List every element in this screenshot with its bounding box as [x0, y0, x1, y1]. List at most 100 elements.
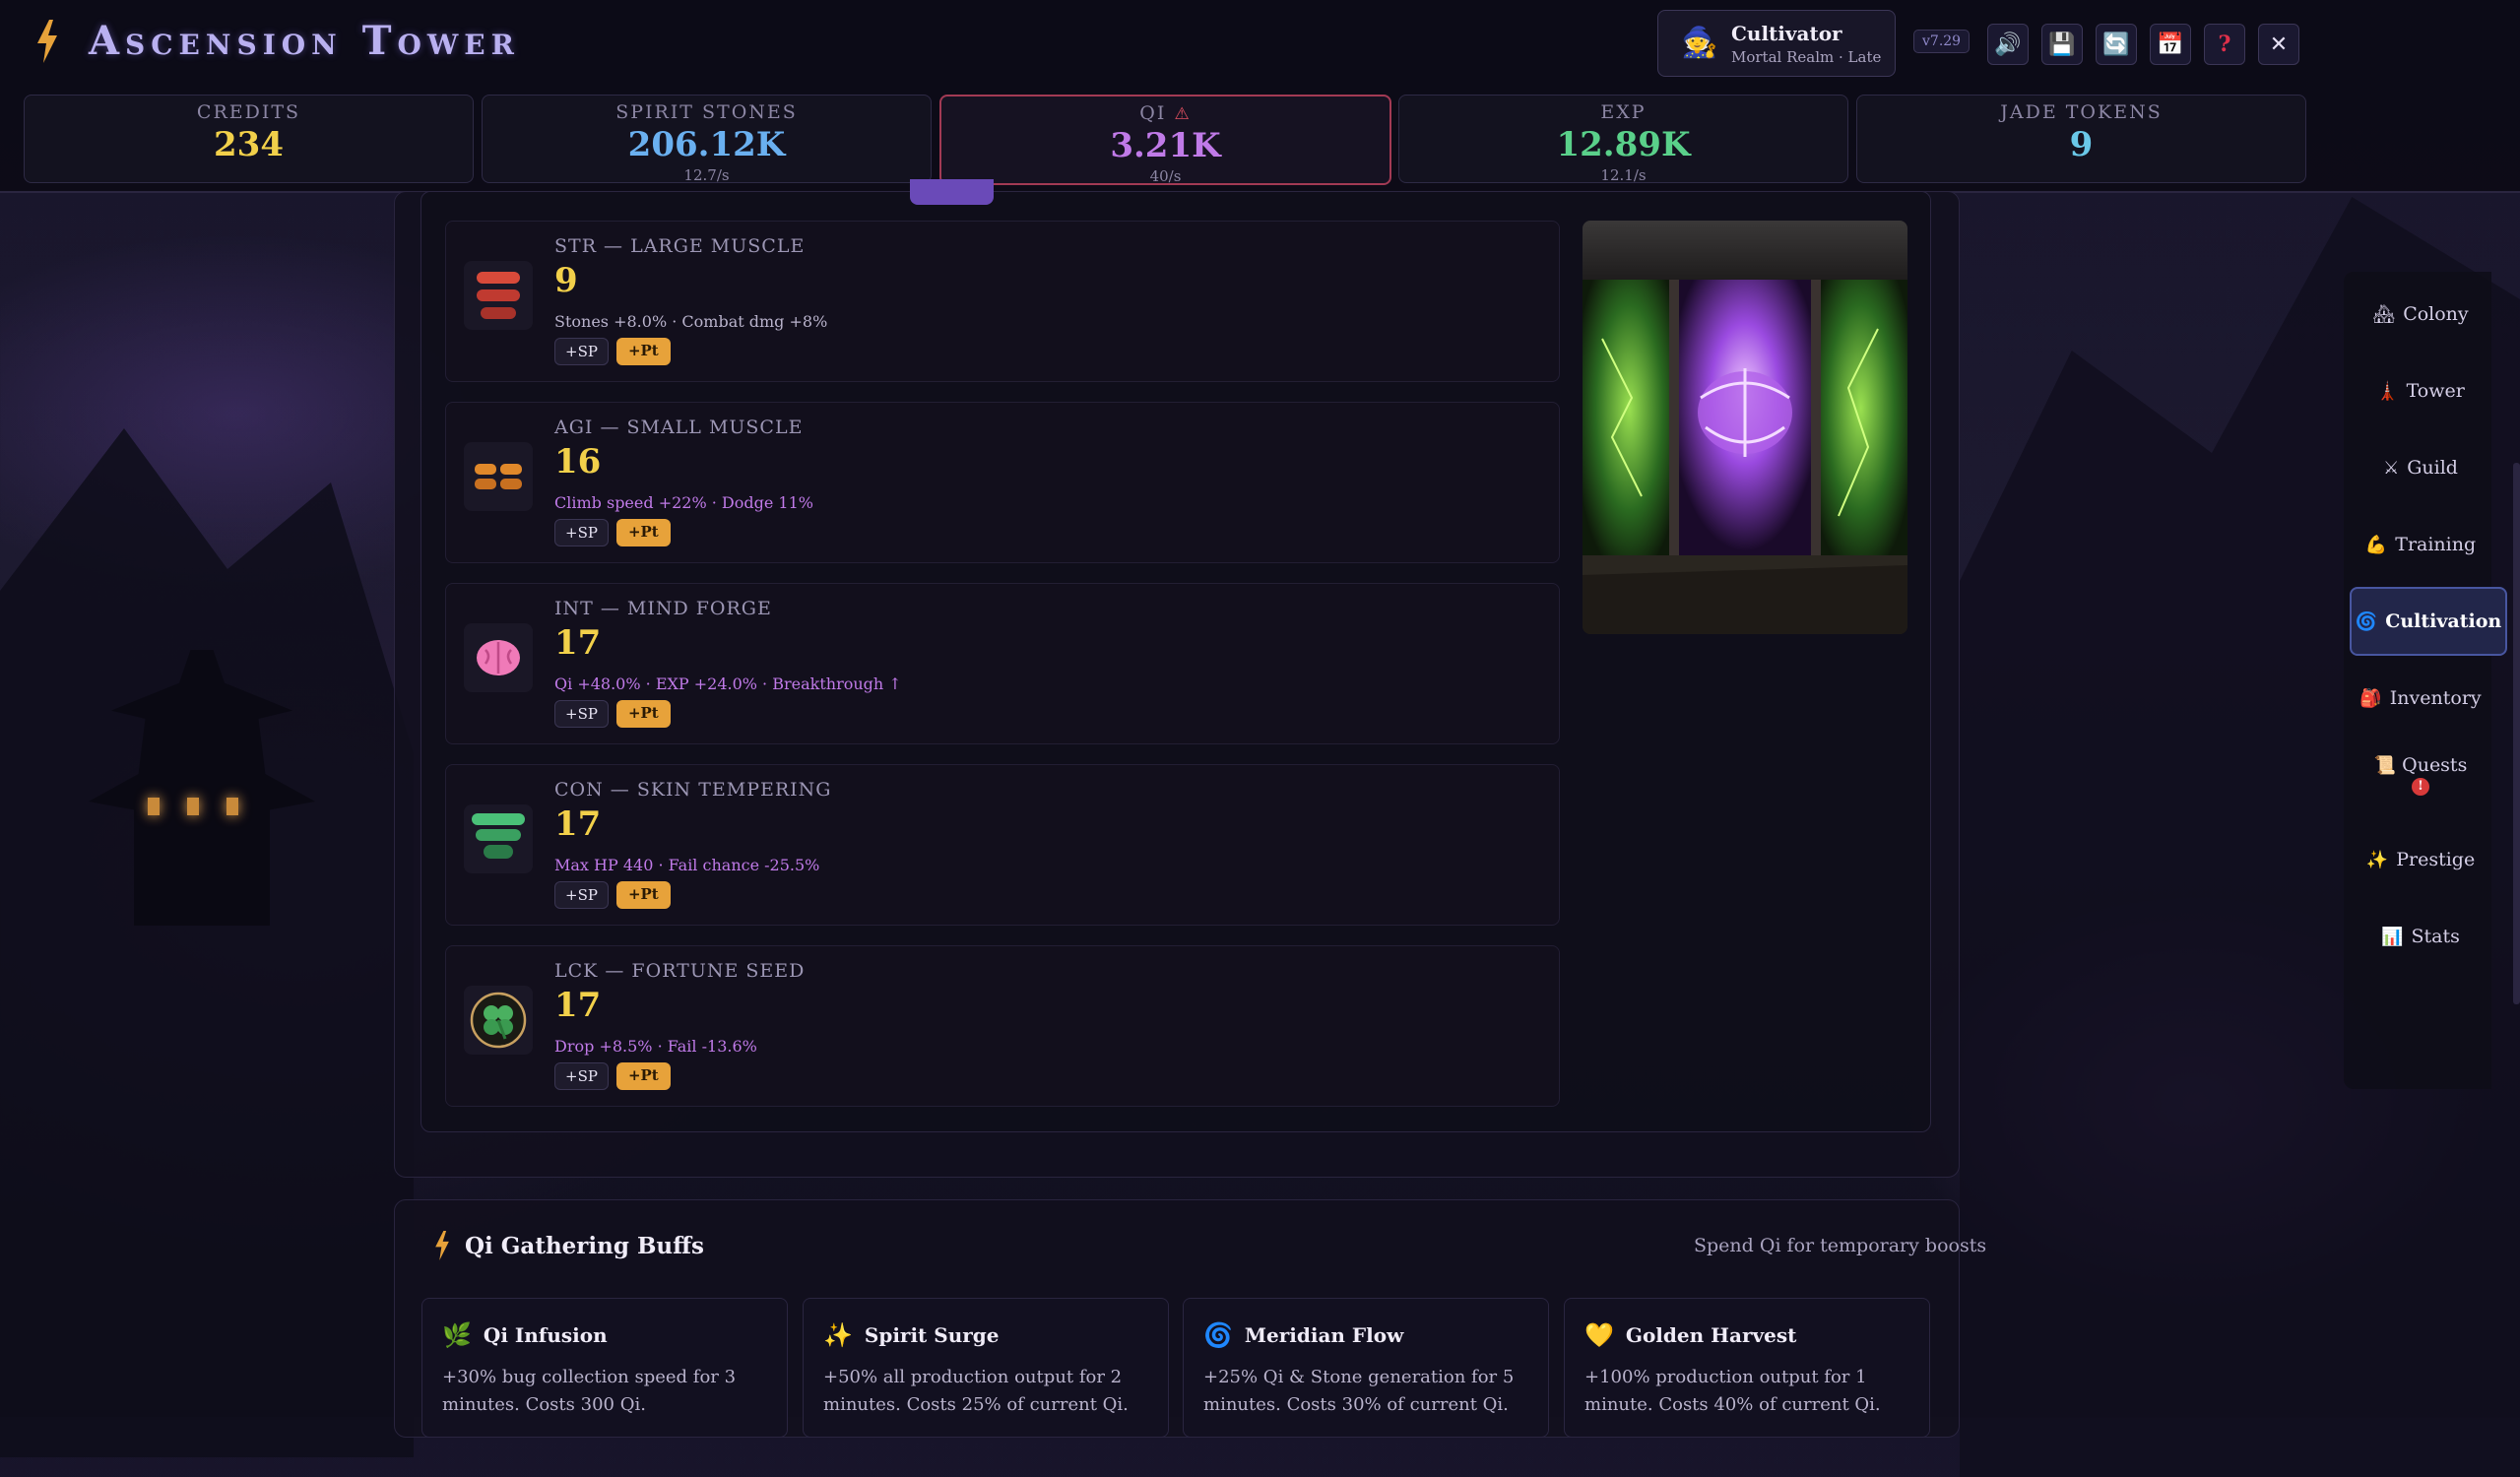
resource-credits: Credits 234	[24, 95, 474, 183]
stat-description: Qi +48.0% · EXP +24.0% · Breakthrough ↑	[554, 674, 902, 693]
avatar-icon: 🧙	[1681, 26, 1718, 60]
crossed-swords-icon: ⚔	[2383, 457, 2400, 479]
nav-item-colony[interactable]: 🏘 Colony	[2350, 282, 2491, 347]
spiral-icon: 🌀	[1203, 1320, 1233, 1349]
gold-heart-icon: 💛	[1584, 1320, 1614, 1349]
version-badge: v7.29	[1913, 30, 1971, 53]
flexed-arm-icon: 💪	[2364, 534, 2388, 555]
resource-label: Spirit Stones	[615, 101, 798, 123]
four-leaf-clover-icon	[464, 986, 533, 1055]
herb-icon: 🌿	[442, 1320, 472, 1349]
sparkles-icon: ✨	[823, 1320, 853, 1349]
refresh-icon: 🔄	[2102, 32, 2130, 57]
add-sp-button[interactable]: +SP	[554, 1062, 609, 1090]
muscle-bars-icon	[464, 261, 533, 330]
nav-item-stats[interactable]: 📊 Stats	[2350, 904, 2491, 969]
stat-description: Drop +8.5% · Fail -13.6%	[554, 1037, 757, 1056]
add-sp-button[interactable]: +SP	[554, 700, 609, 728]
stat-title: LCK — Fortune Seed	[554, 960, 806, 982]
add-sp-button[interactable]: +SP	[554, 881, 609, 909]
nav-item-training[interactable]: 💪 Training	[2350, 512, 2491, 577]
add-point-button[interactable]: +Pt	[615, 519, 671, 546]
quest-alert-badge: !	[2412, 778, 2429, 796]
stat-value: 17	[554, 986, 602, 1025]
pagoda-window	[187, 798, 199, 815]
add-sp-button[interactable]: +SP	[554, 338, 609, 365]
resource-label: EXP	[1600, 101, 1647, 123]
add-point-button[interactable]: +Pt	[615, 700, 671, 728]
buffs-title: Qi Gathering Buffs	[465, 1232, 704, 1259]
resource-qi: Qi ⚠ 3.21K 40/s	[939, 95, 1391, 185]
nav-item-guild[interactable]: ⚔ Guild	[2350, 435, 2491, 500]
resource-rate: 12.1/s	[1600, 166, 1647, 184]
bar-chart-icon: 📊	[2381, 926, 2404, 947]
nav-item-tower[interactable]: 🗼 Tower	[2350, 358, 2491, 423]
stat-value: 16	[554, 442, 602, 482]
profile-name: Cultivator	[1731, 21, 1842, 45]
buff-description: +50% all production output for 2 minutes…	[823, 1367, 1129, 1415]
buff-name: Qi Infusion	[483, 1322, 608, 1347]
help-button[interactable]: ?	[2204, 24, 2245, 65]
close-button[interactable]: ✕	[2258, 24, 2299, 65]
stat-card-agi: AGI — Small Muscle 16 Climb speed +22% ·…	[445, 402, 1560, 563]
add-point-button[interactable]: +Pt	[615, 881, 671, 909]
spiral-icon: 🌀	[2355, 610, 2378, 632]
stat-title: CON — Skin Tempering	[554, 779, 832, 801]
nav-item-quests[interactable]: 📜 Quests !	[2350, 731, 2491, 819]
buffs-subtitle: Spend Qi for temporary boosts	[1694, 1235, 1987, 1256]
speaker-icon: 🔊	[1994, 32, 2022, 57]
buff-name: Meridian Flow	[1244, 1322, 1404, 1347]
backpack-icon: 🎒	[2359, 687, 2382, 709]
calendar-button[interactable]: 📅	[2150, 24, 2191, 65]
refresh-button[interactable]: 🔄	[2096, 24, 2137, 65]
nav-item-cultivation[interactable]: 🌀 Cultivation	[2350, 587, 2507, 656]
stat-title: STR — Large Muscle	[554, 235, 806, 257]
stat-value: 17	[554, 804, 602, 844]
resource-label: Credits	[196, 101, 301, 123]
brain-icon	[464, 623, 533, 692]
pagoda-window	[226, 798, 238, 815]
stat-description: Climb speed +22% · Dodge 11%	[554, 493, 813, 512]
add-sp-button[interactable]: +SP	[554, 519, 609, 546]
side-navigation: 🏘 Colony 🗼 Tower ⚔ Guild 💪 Training 🌀 Cu…	[2344, 272, 2507, 1089]
lightning-bolt-icon	[37, 19, 57, 63]
calendar-icon: 📅	[2157, 32, 2184, 57]
floppy-disk-icon: 💾	[2048, 32, 2076, 57]
cultivation-artwork	[1583, 221, 1907, 634]
nav-label: Stats	[2411, 926, 2460, 947]
lightning-bolt-icon	[435, 1231, 449, 1260]
profile-card[interactable]: 🧙 Cultivator Mortal Realm · Late	[1657, 10, 1896, 77]
section-tab-indicator	[910, 179, 994, 205]
scrollbar[interactable]	[2513, 463, 2520, 1004]
tower-icon: 🗼	[2376, 380, 2399, 402]
scroll-icon: 📜	[2373, 755, 2397, 776]
nav-label: Training	[2395, 534, 2477, 555]
sound-button[interactable]: 🔊	[1987, 24, 2029, 65]
save-button[interactable]: 💾	[2041, 24, 2083, 65]
resource-value: 9	[2069, 125, 2094, 164]
resource-value: 12.89K	[1556, 125, 1691, 164]
resource-value: 3.21K	[1110, 126, 1221, 165]
resource-bar: Credits 234 Spirit Stones 206.12K 12.7/s…	[0, 87, 2520, 193]
app-title: Ascension Tower	[89, 18, 520, 64]
nav-label: Prestige	[2396, 849, 2476, 870]
buff-description: +30% bug collection speed for 3 minutes.…	[442, 1367, 737, 1415]
top-bar: Ascension Tower 🧙 Cultivator Mortal Real…	[0, 0, 2520, 87]
buff-description: +25% Qi & Stone generation for 5 minutes…	[1203, 1367, 1515, 1415]
profile-realm: Mortal Realm · Late	[1731, 47, 1882, 66]
buff-name: Golden Harvest	[1625, 1322, 1797, 1347]
nav-item-inventory[interactable]: 🎒 Inventory	[2350, 666, 2491, 731]
stat-value: 17	[554, 623, 602, 663]
add-point-button[interactable]: +Pt	[615, 338, 671, 365]
stat-title: AGI — Small Muscle	[554, 417, 804, 438]
resource-jade-tokens: Jade Tokens 9	[1856, 95, 2306, 183]
nav-label: Tower	[2406, 380, 2465, 402]
resource-rate: 40/s	[1149, 167, 1182, 185]
nav-label: Cultivation	[2385, 610, 2502, 632]
nav-item-prestige[interactable]: ✨ Prestige	[2350, 827, 2491, 892]
add-point-button[interactable]: +Pt	[615, 1062, 671, 1090]
resource-value: 206.12K	[627, 125, 786, 164]
stat-description: Max HP 440 · Fail chance -25.5%	[554, 856, 820, 874]
stat-card-str: STR — Large Muscle 9 Stones +8.0% · Comb…	[445, 221, 1560, 382]
stat-title: INT — Mind Forge	[554, 598, 772, 619]
